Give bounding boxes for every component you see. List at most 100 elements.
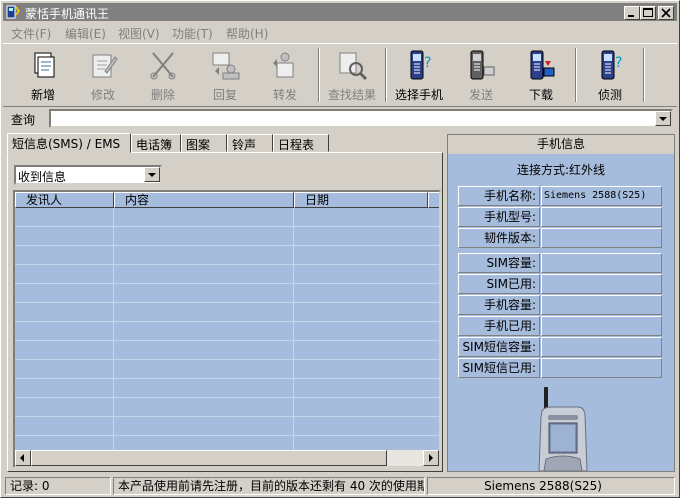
delete-label: 删除 [150,88,175,102]
info-value [541,228,662,248]
info-value [541,253,662,273]
info-row-firmware: 韧件版本: [458,228,662,248]
scroll-left-button[interactable] [15,450,31,466]
new-label: 新增 [30,88,55,102]
magnifier-icon [339,52,368,81]
new-button[interactable]: 新增 [14,46,72,104]
info-value [541,207,662,227]
menu-function[interactable]: 功能(T) [172,25,213,42]
scissors-icon [150,52,176,80]
phone-image [538,387,588,471]
status-phone: Siemens 2588(S25) [427,477,675,495]
tab-calendar[interactable]: 日程表 [273,134,329,152]
phone-question-icon: ? [410,50,431,80]
table-row[interactable] [15,303,439,322]
folder-select[interactable]: 收到信息 [14,165,162,185]
forward-button[interactable]: 转发 [256,46,314,104]
scroll-right-button[interactable] [423,450,439,466]
title-bar[interactable]: 蒙恬手机通讯王 [3,3,677,21]
svg-text:?: ? [424,55,431,71]
menu-edit[interactable]: 编辑(E) [65,25,106,42]
info-row-sim-sms-capacity: SIM短信容量: [458,337,662,357]
info-row-phone-used: 手机已用: [458,316,662,336]
status-records: 记录: 0 [5,477,111,495]
status-message: 本产品使用前请先注册，目前的版本还剩有 40 次的使用期 [113,477,425,495]
menu-help[interactable]: 帮助(H) [226,25,268,42]
table-row[interactable] [15,284,439,303]
query-combobox[interactable] [49,109,673,128]
table-row[interactable] [15,208,439,227]
table-row[interactable] [15,398,439,417]
message-grid[interactable]: 发讯人 内容 日期 类 [13,190,441,468]
toolbar-separator [643,48,645,102]
table-row[interactable] [15,341,439,360]
column-type[interactable]: 类 [428,192,439,208]
status-bar: 记录: 0 本产品使用前请先注册，目前的版本还剩有 40 次的使用期 Sieme… [3,477,677,496]
table-row[interactable] [15,417,439,436]
send-button[interactable]: 发送 [452,46,510,104]
info-label: 手机容量: [458,295,540,315]
table-row[interactable] [15,246,439,265]
reply-icon [212,52,240,80]
toolbar-separator [385,48,387,102]
select-phone-button[interactable]: ? 选择手机 [390,46,448,104]
new-document-icon [34,52,55,78]
info-value [541,295,662,315]
window-title: 蒙恬手机通讯王 [25,7,110,21]
folder-dropdown-button[interactable] [144,167,160,182]
phone-info-title: 手机信息 [448,135,674,154]
info-label: 手机名称: [458,186,540,206]
edit-button[interactable]: 修改 [74,46,132,104]
scroll-thumb[interactable] [31,450,387,466]
phone-send-icon [470,50,495,80]
table-row[interactable] [15,265,439,284]
delete-button[interactable]: 删除 [134,46,192,104]
table-row[interactable] [15,322,439,341]
info-label: 手机已用: [458,316,540,336]
info-row-phone-model: 手机型号: [458,207,662,227]
maximize-button[interactable] [640,6,656,20]
info-value: Siemens 2588(S25) [541,186,662,206]
tab-phonebook[interactable]: 电话簿 [131,134,181,152]
sms-panel: 收到信息 发讯人 内容 日期 类 [7,152,443,472]
column-content[interactable]: 内容 [114,192,294,208]
query-dropdown-button[interactable] [655,111,671,126]
find-results-button[interactable]: 查找结果 [323,46,381,104]
detect-button[interactable]: ? 侦测 [581,46,639,104]
arrow-left-icon [20,454,24,462]
app-icon [6,5,20,19]
table-row[interactable] [15,360,439,379]
close-icon [661,8,671,18]
tab-images[interactable]: 图案 [181,134,227,152]
toolbar-separator [575,48,577,102]
column-sender[interactable]: 发讯人 [15,192,114,208]
table-row[interactable] [15,379,439,398]
query-label: 查询 [11,113,36,127]
info-label: SIM短信已用: [458,358,540,378]
menu-file[interactable]: 文件(F) [11,25,51,42]
menu-view[interactable]: 视图(V) [118,25,160,42]
select-phone-label: 选择手机 [394,88,443,102]
horizontal-scrollbar[interactable] [15,450,439,466]
forward-icon [273,52,294,78]
tab-ringtones[interactable]: 铃声 [227,134,273,152]
send-label: 发送 [468,88,493,102]
column-date[interactable]: 日期 [294,192,428,208]
edit-icon [92,54,118,78]
info-label: SIM容量: [458,253,540,273]
table-row[interactable] [15,227,439,246]
info-row-phone-capacity: 手机容量: [458,295,662,315]
menu-bar: 文件(F) 编辑(E) 视图(V) 功能(T) 帮助(H) [3,22,677,42]
minimize-icon [628,15,634,17]
info-label: SIM已用: [458,274,540,294]
app-window: 蒙恬手机通讯王 文件(F) 编辑(E) 视图(V) 功能(T) 帮助(H) 新增 [0,0,680,498]
reply-button[interactable]: 回复 [196,46,254,104]
download-button[interactable]: 下载 [512,46,570,104]
toolbar: 新增 修改 删除 回复 转发 查找结果 ? 选择手机 发送 下载 ? 侦测 [3,43,677,107]
find-results-label: 查找结果 [327,88,376,102]
close-button[interactable] [658,6,674,20]
svg-text:?: ? [615,55,622,71]
minimize-button[interactable] [624,6,640,20]
tab-sms[interactable]: 短信息(SMS) / EMS [7,133,131,153]
toolbar-separator [318,48,320,102]
